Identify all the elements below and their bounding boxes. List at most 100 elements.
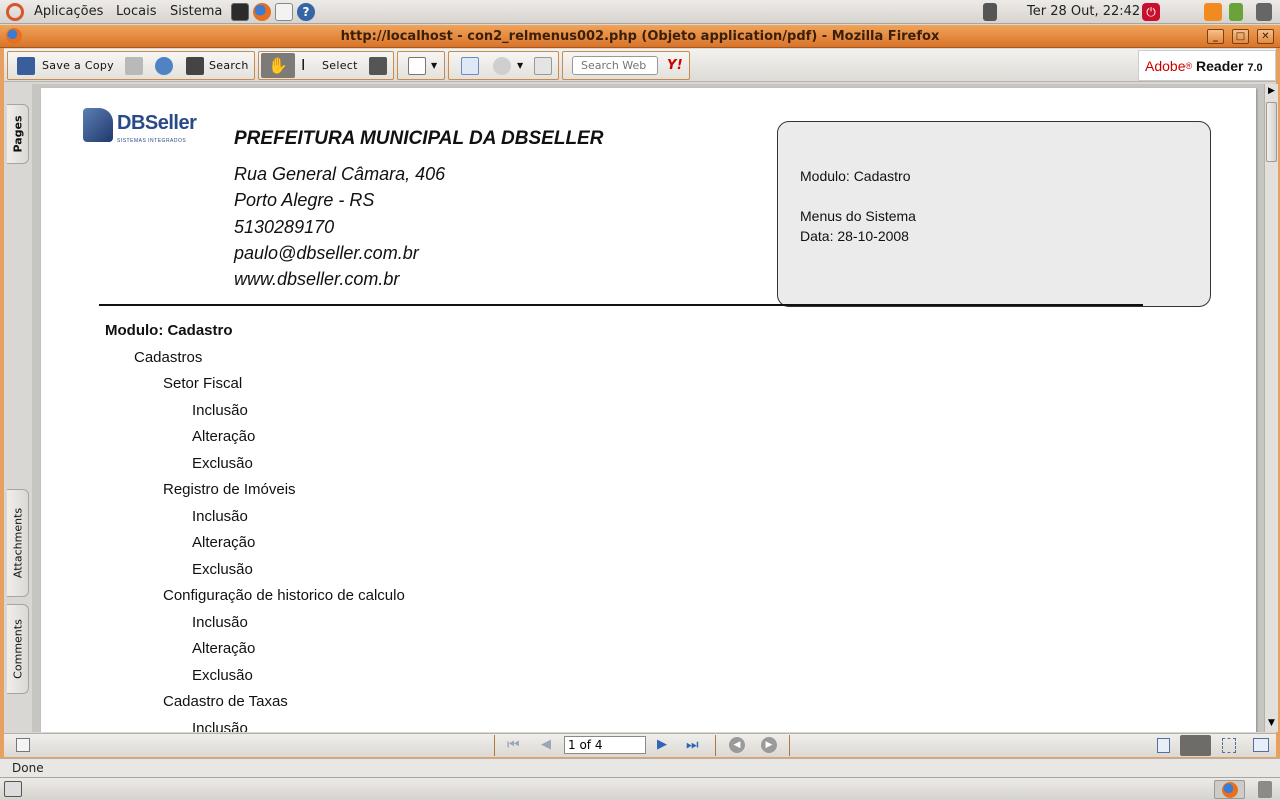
- scroll-up-arrow-icon[interactable]: ▶: [1265, 84, 1278, 98]
- trash-icon[interactable]: [1258, 781, 1272, 798]
- search-button[interactable]: Search: [209, 52, 249, 79]
- undo-icon[interactable]: [493, 57, 511, 75]
- save-copy-button[interactable]: Save a Copy: [42, 52, 114, 79]
- tree-item: Registro de Imóveis: [163, 481, 296, 498]
- scroll-thumb[interactable]: [1266, 102, 1277, 162]
- network-icon[interactable]: [983, 3, 997, 21]
- tree-item: Inclusão: [192, 613, 248, 631]
- show-desktop-icon[interactable]: [4, 781, 22, 797]
- tree-item: Inclusão: [192, 401, 248, 419]
- next-page-icon[interactable]: ▶: [657, 737, 667, 752]
- menu-sistema[interactable]: Sistema: [170, 4, 222, 19]
- mail-icon[interactable]: [275, 3, 293, 21]
- ubuntu-logo-icon[interactable]: [6, 3, 24, 21]
- tree-item: Inclusão: [192, 719, 248, 733]
- continuous-view-icon[interactable]: [1180, 735, 1211, 756]
- org-address: Rua General Câmara, 406: [234, 164, 446, 184]
- chevron-down-icon[interactable]: ▼: [431, 52, 437, 79]
- report-info-box: Modulo: Cadastro Menus do Sistema Data: …: [777, 121, 1211, 307]
- snapshot-icon[interactable]: [369, 57, 387, 75]
- logo-tagline: SISTEMAS INTEGRADOS: [117, 138, 187, 144]
- last-page-icon[interactable]: ⏭: [686, 737, 699, 753]
- first-page-icon[interactable]: ⏮: [507, 737, 520, 753]
- save-icon: [17, 57, 35, 75]
- document-viewport[interactable]: DBSeller SISTEMAS INTEGRADOS PREFEITURA …: [32, 84, 1264, 732]
- taskbar-firefox-button[interactable]: [1214, 780, 1245, 799]
- tab-attachments[interactable]: Attachments: [7, 489, 29, 597]
- tab-comments[interactable]: Comments: [7, 604, 29, 694]
- help-icon[interactable]: ?: [297, 3, 315, 21]
- tree-item: Exclusão: [192, 560, 253, 578]
- select-tools-group: ✋ I Select: [258, 51, 394, 80]
- search-web-input[interactable]: [572, 56, 658, 75]
- reader-version: 7.0: [1247, 62, 1263, 74]
- org-name: PREFEITURA MUNICIPAL DA DBSELLER: [234, 128, 604, 149]
- status-bar: Done: [0, 758, 1280, 777]
- scroll-down-arrow-icon[interactable]: ▼: [1265, 716, 1278, 730]
- close-button[interactable]: ✕: [1257, 29, 1274, 44]
- facing-view-icon[interactable]: [1253, 738, 1269, 752]
- page-number-input[interactable]: [564, 736, 646, 754]
- menu-locais[interactable]: Locais: [116, 4, 156, 19]
- select-tool-button[interactable]: Select: [322, 52, 358, 79]
- search-web-group: Y!: [562, 51, 690, 80]
- email-icon[interactable]: [155, 57, 173, 75]
- reader-brand: Reader: [1196, 58, 1244, 74]
- hand-tool-button[interactable]: ✋: [261, 53, 295, 78]
- workspace-icon[interactable]: [1256, 3, 1272, 21]
- print-icon[interactable]: [125, 57, 143, 75]
- previous-view-icon[interactable]: ◀: [729, 737, 745, 753]
- previous-page-icon[interactable]: ◀: [541, 737, 551, 752]
- text-cursor-icon: I: [301, 56, 306, 74]
- binoculars-icon: [186, 57, 204, 75]
- firefox-window-icon[interactable]: [6, 28, 22, 44]
- org-city: Porto Alegre - RS: [234, 190, 375, 210]
- bottom-taskbar: [0, 777, 1280, 800]
- info-title: Menus do Sistema: [800, 208, 916, 224]
- minimize-button[interactable]: _: [1207, 29, 1224, 44]
- yahoo-button[interactable]: Y!: [667, 52, 683, 79]
- update-icon[interactable]: [1204, 3, 1222, 21]
- page-layout-icon[interactable]: [408, 57, 426, 75]
- tree-item: Exclusão: [192, 454, 253, 472]
- file-tools-group: Save a Copy Search: [7, 51, 255, 80]
- menu-aplicacoes[interactable]: Aplicações: [34, 4, 103, 19]
- info-module: Modulo: Cadastro: [800, 168, 911, 184]
- header-divider: [99, 304, 1143, 306]
- tree-item: Setor Fiscal: [163, 375, 243, 392]
- page-options-icon[interactable]: [16, 738, 30, 752]
- power-icon[interactable]: ⏻: [1142, 3, 1160, 21]
- tree-item: Configuração de historico de calculo: [163, 587, 405, 604]
- dbseller-logo: DBSeller SISTEMAS INTEGRADOS: [83, 106, 203, 150]
- page-tools-group: ▼: [397, 51, 445, 80]
- tab-pages[interactable]: Pages: [7, 104, 29, 164]
- next-view-icon[interactable]: ▶: [761, 737, 777, 753]
- tree-item: Inclusão: [192, 507, 248, 525]
- spellcheck-icon[interactable]: [461, 57, 479, 75]
- org-email: paulo@dbseller.com.br: [234, 243, 419, 263]
- org-website: www.dbseller.com.br: [234, 269, 400, 289]
- copy-icon[interactable]: [534, 57, 552, 75]
- tree-module-heading: Modulo: Cadastro: [105, 322, 233, 339]
- logo-mark-icon: [83, 108, 113, 142]
- info-date: Data: 28-10-2008: [800, 228, 909, 244]
- tree-item: Alteração: [192, 640, 256, 657]
- tree-item: Cadastro de Taxas: [163, 693, 288, 710]
- maximize-button[interactable]: □: [1232, 29, 1249, 44]
- adobe-brand: Adobe: [1145, 58, 1186, 74]
- tree-item: Alteração: [192, 534, 256, 551]
- battery-icon[interactable]: [1229, 3, 1243, 21]
- clock[interactable]: Ter 28 Out, 22:42: [1027, 4, 1140, 19]
- page-navigation-bar: ⏮ ◀ ▶ ⏭ ◀ ▶: [4, 733, 1276, 757]
- vertical-scrollbar[interactable]: ▶ ▼: [1264, 84, 1278, 732]
- single-page-view-icon[interactable]: [1157, 738, 1170, 753]
- logo-name: DBSeller: [117, 112, 197, 134]
- edit-tools-group: ▼: [448, 51, 559, 80]
- firefox-icon[interactable]: [253, 3, 271, 21]
- nav-divider: [715, 735, 716, 756]
- continuous-facing-view-icon[interactable]: [1222, 738, 1236, 753]
- window-titlebar: http://localhost - con2_relmenus002.php …: [0, 25, 1280, 48]
- chevron-down-icon[interactable]: ▼: [517, 52, 523, 79]
- terminal-icon[interactable]: [231, 3, 249, 21]
- adobe-reader-logo: Adobe® Reader 7.0: [1138, 50, 1276, 81]
